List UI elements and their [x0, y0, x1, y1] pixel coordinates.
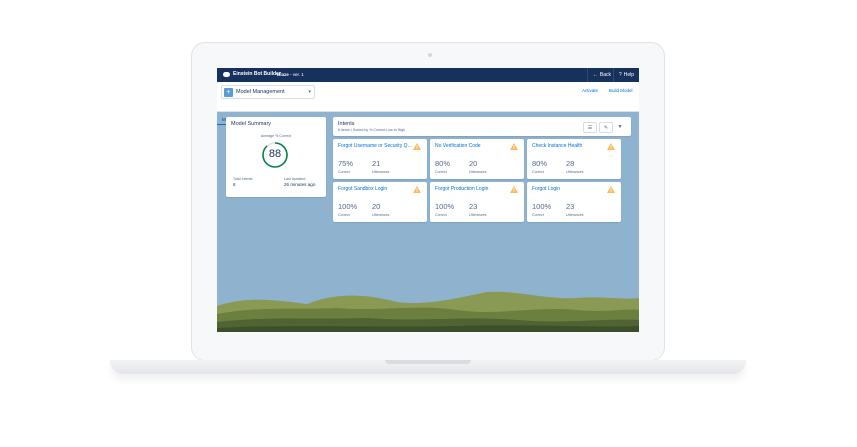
intent-correct-value: 75%	[338, 159, 354, 168]
intent-utterances-value: 23	[566, 202, 575, 211]
intents-subtitle: 6 items • Sorted by % Correct Low to Hig…	[338, 128, 406, 132]
intent-correct-value: 80%	[435, 159, 451, 168]
warning-icon	[510, 143, 518, 150]
intent-utterances-value: 20	[469, 159, 478, 168]
global-header: Einstein Bot Builder Blaze - ver. 1 ← Ba…	[217, 68, 639, 82]
utterances-label: Utterances	[566, 213, 584, 217]
bot-name: Blaze	[277, 72, 289, 77]
utterances-label: Utterances	[469, 213, 487, 217]
warning-icon	[607, 186, 615, 193]
warning-icon	[413, 143, 421, 150]
intent-utterances-value: 28	[566, 159, 575, 168]
intent-card[interactable]: Forgot Sandbox Login 100% 20 Correct Utteran…	[333, 182, 427, 222]
summary-title: Model Summary	[231, 121, 272, 127]
question-icon: ?	[618, 72, 622, 78]
total-intents-value: 6	[233, 182, 236, 187]
intent-card[interactable]: Check Instance Health 80% 28 Correct Utteran…	[527, 139, 621, 179]
chevron-down-icon: ▾	[308, 89, 311, 95]
back-button[interactable]: ← Back	[586, 68, 616, 82]
correct-label: Correct	[532, 213, 544, 217]
app-screen: Einstein Bot Builder Blaze - ver. 1 ← Ba…	[217, 68, 639, 332]
page-header: + Model Management ▾ Activate Build Mode…	[217, 82, 639, 125]
landscape-illustration	[217, 291, 639, 332]
intent-card[interactable]: Forgot Login 100% 23 Correct Utterances	[527, 182, 621, 222]
settings-icon: ✎	[603, 124, 609, 131]
correct-label: Correct	[338, 213, 350, 217]
intent-correct-value: 100%	[435, 202, 455, 211]
list-icon: ☰	[587, 124, 593, 131]
list-view-button[interactable]: ☰	[583, 122, 597, 133]
utterances-label: Utterances	[372, 213, 390, 217]
arrow-left-icon: ←	[592, 72, 598, 78]
back-label: Back	[599, 72, 611, 78]
build-model-button[interactable]: Build Model	[609, 88, 633, 93]
settings-button[interactable]: ✎	[599, 122, 613, 133]
intents-title: Intents	[338, 121, 355, 127]
utterances-label: Utterances	[566, 170, 584, 174]
model-select-value: Model Management	[236, 89, 285, 95]
intent-name[interactable]: Forgot Login	[532, 186, 560, 192]
app-name: Einstein Bot Builder	[233, 71, 281, 77]
help-label: Help	[623, 72, 634, 78]
intent-utterances-value: 21	[372, 159, 381, 168]
model-summary-card: Model Summary Average % Correct 88 Total…	[226, 117, 326, 197]
intents-header: Intents 6 items • Sorted by % Correct Lo…	[333, 117, 631, 136]
bot-version-label: - ver. 1	[288, 72, 304, 77]
bot-version: Blaze - ver. 1	[277, 72, 304, 77]
filter-button[interactable]: ▼	[615, 122, 625, 131]
correct-label: Correct	[338, 170, 350, 174]
intent-name[interactable]: Forgot Sandbox Login	[338, 186, 387, 192]
correct-label: Correct	[435, 170, 447, 174]
intent-name[interactable]: Check Instance Health	[532, 143, 582, 149]
model-select[interactable]: + Model Management ▾	[221, 85, 315, 99]
intent-correct-value: 100%	[338, 202, 358, 211]
intent-card[interactable]: Forgot Production Login 100% 23 Correct Utte…	[430, 182, 524, 222]
camera-dot	[428, 53, 432, 57]
intent-name[interactable]: No Verification Code	[435, 143, 481, 149]
model-icon: +	[224, 87, 233, 97]
total-intents-label: Total Intents	[233, 177, 253, 181]
help-button[interactable]: ? Help	[612, 68, 639, 82]
warning-icon	[607, 143, 615, 150]
gauge-value: 88	[268, 148, 282, 160]
cloud-icon	[223, 71, 230, 77]
intent-card[interactable]: No Verification Code 80% 20 Correct Utteranc…	[430, 139, 524, 179]
intent-utterances-value: 23	[469, 202, 478, 211]
activate-button[interactable]: Activate	[582, 88, 598, 93]
intent-name[interactable]: Forgot Production Login	[435, 186, 488, 192]
app-title: Einstein Bot Builder	[223, 71, 281, 77]
correct-label: Correct	[435, 213, 447, 217]
intent-correct-value: 80%	[532, 159, 548, 168]
last-updated-label: Last Updated	[284, 177, 306, 181]
last-updated-value: 26 minutes ago	[284, 182, 316, 187]
utterances-label: Utterances	[469, 170, 487, 174]
utterances-label: Utterances	[372, 170, 390, 174]
intent-card[interactable]: Forgot Username or Security Q... 75% 21 Cor…	[333, 139, 427, 179]
intent-correct-value: 100%	[532, 202, 552, 211]
warning-icon	[413, 186, 421, 193]
intent-utterances-value: 20	[372, 202, 381, 211]
intent-name[interactable]: Forgot Username or Security Q...	[338, 143, 412, 149]
correct-label: Correct	[532, 170, 544, 174]
gauge-label: Average % Correct	[260, 134, 292, 138]
warning-icon	[510, 186, 518, 193]
laptop-notch	[385, 360, 471, 364]
filter-icon: ▼	[617, 123, 623, 130]
